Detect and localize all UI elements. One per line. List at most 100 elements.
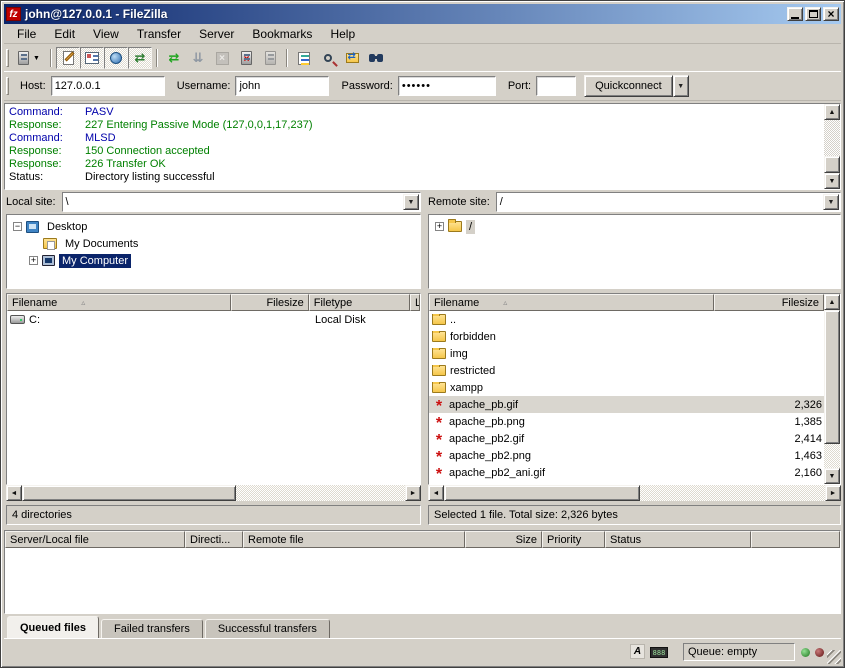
collapse-icon[interactable]: −: [13, 222, 22, 231]
reconnect-icon: [265, 51, 276, 65]
message-log[interactable]: Command:PASV Response:227 Entering Passi…: [4, 103, 841, 190]
remote-file-row[interactable]: xampp: [429, 379, 840, 396]
column-header-filename[interactable]: Filename ▵: [7, 294, 231, 311]
remote-vertical-scrollbar[interactable]: ▲ ▼: [824, 294, 840, 484]
quickbar-grip[interactable]: [6, 77, 9, 95]
password-input[interactable]: [398, 76, 496, 96]
remote-site-dropdown-button[interactable]: ▼: [823, 194, 839, 210]
queue-header-priority[interactable]: Priority: [542, 531, 605, 548]
host-label: Host:: [20, 80, 46, 92]
tab-failed-transfers[interactable]: Failed transfers: [101, 619, 203, 638]
menu-bookmarks[interactable]: Bookmarks: [243, 25, 321, 43]
menu-help[interactable]: Help: [321, 25, 364, 43]
find-files-button[interactable]: [364, 47, 388, 69]
tree-item-my-documents[interactable]: My Documents: [7, 235, 420, 252]
menu-file[interactable]: File: [8, 25, 45, 43]
quickconnect-dropdown-button[interactable]: ▼: [673, 75, 689, 97]
scroll-right-button[interactable]: ►: [825, 485, 841, 501]
username-input[interactable]: [235, 76, 329, 96]
minimize-button[interactable]: [787, 7, 803, 21]
menu-edit[interactable]: Edit: [45, 25, 84, 43]
port-input[interactable]: [536, 76, 576, 96]
local-file-row[interactable]: C: Local Disk: [7, 311, 420, 328]
remote-file-row[interactable]: img: [429, 345, 840, 362]
disconnect-button[interactable]: ×: [234, 47, 258, 69]
remote-horizontal-scrollbar[interactable]: ◄ ►: [428, 485, 841, 501]
remote-site-combobox[interactable]: / ▼: [496, 192, 841, 212]
scroll-right-button[interactable]: ►: [405, 485, 421, 501]
directory-comparison-button[interactable]: [316, 47, 340, 69]
remote-file-list[interactable]: Filename ▵ Filesize .. forbidden img: [428, 293, 841, 485]
menu-transfer[interactable]: Transfer: [128, 25, 190, 43]
reconnect-button[interactable]: [258, 47, 282, 69]
remote-tree[interactable]: + /: [428, 214, 841, 289]
local-site-dropdown-button[interactable]: ▼: [403, 194, 419, 210]
column-header-filename[interactable]: Filename ▵: [429, 294, 714, 311]
toggle-message-log-button[interactable]: [56, 47, 80, 69]
queue-header-server-local-file[interactable]: Server/Local file: [5, 531, 185, 548]
site-manager-button[interactable]: ▼: [12, 47, 46, 69]
toggle-remote-tree-button[interactable]: [104, 47, 128, 69]
process-queue-button[interactable]: ⇊: [186, 47, 210, 69]
scroll-left-button[interactable]: ◄: [428, 485, 444, 501]
speed-limits-icon[interactable]: 888: [650, 647, 668, 658]
scroll-thumb[interactable]: [824, 310, 840, 444]
remote-file-row[interactable]: forbidden: [429, 328, 840, 345]
column-header-filesize[interactable]: Filesize: [714, 294, 824, 311]
close-button[interactable]: ×: [823, 7, 839, 21]
toggle-local-tree-button[interactable]: [80, 47, 104, 69]
scroll-thumb[interactable]: [824, 156, 840, 173]
maximize-button[interactable]: [805, 7, 821, 21]
remote-file-row[interactable]: *apache_pb2.png 1,463: [429, 447, 840, 464]
tree-item-desktop[interactable]: − Desktop: [7, 218, 420, 235]
host-input[interactable]: [51, 76, 165, 96]
expand-icon[interactable]: +: [435, 222, 444, 231]
arrow-left-icon: ◄: [11, 490, 18, 497]
remote-file-row[interactable]: *apache_pb2_ani.gif 2,160: [429, 464, 840, 481]
scroll-thumb[interactable]: [22, 485, 236, 501]
remote-file-row[interactable]: *apache_pb2.gif 2,414: [429, 430, 840, 447]
queue-header-remote-file[interactable]: Remote file: [243, 531, 465, 548]
scroll-down-button[interactable]: ▼: [824, 173, 840, 189]
expand-icon[interactable]: +: [29, 256, 38, 265]
queue-header-size[interactable]: Size: [465, 531, 542, 548]
log-entry: Command:MLSD: [9, 132, 820, 145]
quickconnect-button[interactable]: Quickconnect: [584, 75, 673, 97]
transfer-queue[interactable]: Server/Local file Directi... Remote file…: [4, 530, 841, 614]
tree-item-root[interactable]: + /: [429, 218, 840, 235]
scroll-thumb[interactable]: [444, 485, 640, 501]
cancel-operation-button[interactable]: ×: [210, 47, 234, 69]
queue-header-status[interactable]: Status: [605, 531, 751, 548]
resize-grip[interactable]: [827, 650, 841, 664]
column-header-filetype[interactable]: Filetype: [309, 294, 410, 311]
local-horizontal-scrollbar[interactable]: ◄ ►: [6, 485, 421, 501]
directory-filters-button[interactable]: [292, 47, 316, 69]
remote-file-row[interactable]: *apache_pb.png 1,385: [429, 413, 840, 430]
toggle-transfer-queue-button[interactable]: ⇄: [128, 47, 152, 69]
scroll-down-button[interactable]: ▼: [824, 468, 840, 484]
local-file-list[interactable]: Filename ▵ Filesize Filetype L C: Local …: [6, 293, 421, 485]
column-header-modified[interactable]: L: [410, 294, 420, 311]
scroll-left-button[interactable]: ◄: [6, 485, 22, 501]
scroll-up-button[interactable]: ▲: [824, 104, 840, 120]
tree-item-my-computer[interactable]: + My Computer: [7, 252, 420, 269]
refresh-button[interactable]: ⇄: [162, 47, 186, 69]
image-file-icon: *: [432, 436, 446, 445]
local-site-combobox[interactable]: \ ▼: [62, 192, 421, 212]
remote-file-row[interactable]: restricted: [429, 362, 840, 379]
log-scrollbar[interactable]: ▲ ▼: [824, 104, 840, 189]
menu-view[interactable]: View: [84, 25, 128, 43]
local-tree[interactable]: − Desktop My Documents + My Computer: [6, 214, 421, 289]
remote-file-row-selected[interactable]: *apache_pb.gif 2,326: [429, 396, 840, 413]
tab-queued-files[interactable]: Queued files: [7, 616, 99, 638]
queue-tabs: Queued files Failed transfers Successful…: [4, 614, 841, 638]
queue-header-direction[interactable]: Directi...: [185, 531, 243, 548]
scroll-up-button[interactable]: ▲: [824, 294, 840, 310]
column-header-filesize[interactable]: Filesize: [231, 294, 308, 311]
menu-server[interactable]: Server: [190, 25, 243, 43]
queue-list[interactable]: [5, 548, 840, 612]
toolbar-grip[interactable]: [6, 49, 9, 67]
synchronized-browsing-button[interactable]: [340, 47, 364, 69]
remote-file-row[interactable]: ..: [429, 311, 840, 328]
tab-successful-transfers[interactable]: Successful transfers: [205, 619, 330, 638]
